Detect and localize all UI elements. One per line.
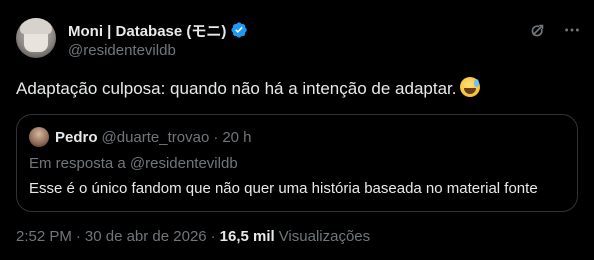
tweet-body: Adaptação culposa: quando não há a inten… [16,77,578,101]
quoted-time: 20 h [222,128,252,146]
grinning-face-with-sweat-emoji-icon [460,77,481,97]
tweet-date[interactable]: 30 de abr de 2026 [85,228,207,245]
quoted-separator: · [213,128,219,146]
quoted-author-handle: @duarte_trovao [101,128,210,146]
tweet-header: Moni | Database (モニ) @residentevildb [16,16,582,60]
footer-separator: · [75,228,81,245]
author-info: Moni | Database (モニ) @residentevildb [68,20,248,59]
views-count: 16,5 mil [219,228,275,245]
author-display-name[interactable]: Moni | Database (モニ) [68,20,226,41]
grok-icon[interactable] [528,20,548,40]
tweet-time[interactable]: 2:52 PM [16,228,72,245]
author-name-row: Moni | Database (モニ) [68,20,248,40]
tweet-footer: 2:52 PM · 30 de abr de 2026 · 16,5 mil V… [16,228,370,245]
author-handle[interactable]: @residentevildb [68,42,248,59]
header-actions [528,20,582,40]
author-avatar[interactable] [16,18,56,58]
quoted-tweet-text: Esse é o único fandom que não quer uma h… [29,180,538,197]
more-icon[interactable] [562,20,582,40]
quoted-reply-context: Em resposta a @residentevildb [29,155,238,172]
quoted-author-name: Pedro [55,128,98,146]
verified-badge-icon [230,21,248,39]
tweet-text: Adaptação culposa: quando não há a inten… [16,79,457,98]
quoted-tweet-header: Pedro @duarte_trovao · 20 h [29,127,252,147]
views-label: Visualizações [278,228,371,245]
footer-separator: · [210,228,216,245]
quoted-tweet-card[interactable]: Pedro @duarte_trovao · 20 h Em resposta … [16,114,578,212]
quoted-author-avatar [29,127,49,147]
